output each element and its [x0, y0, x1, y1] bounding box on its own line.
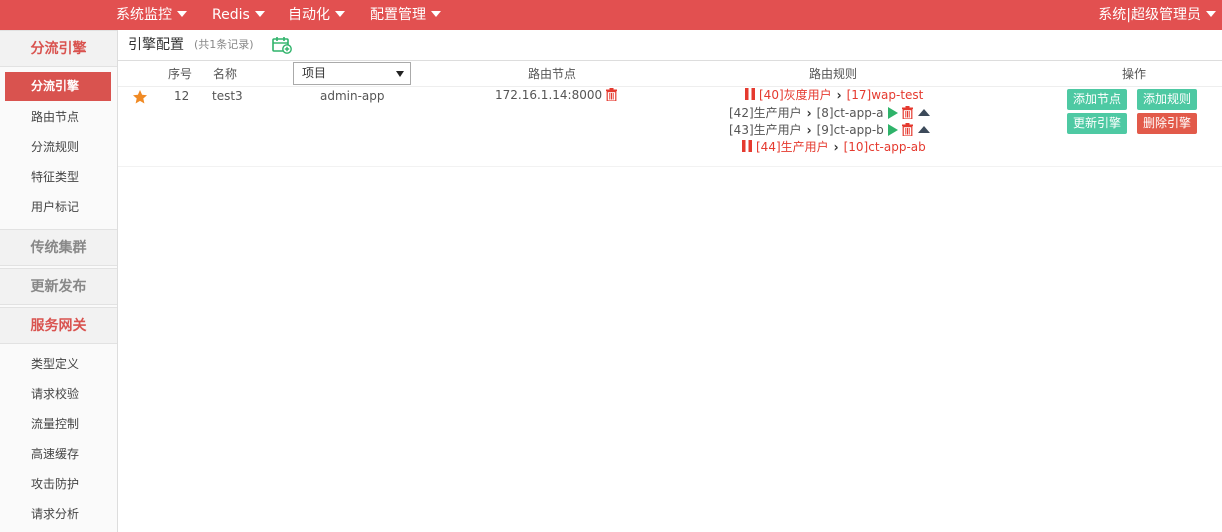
table-top-border	[118, 60, 1222, 61]
sidebar-item-traffic-engine[interactable]: 分流引擎	[5, 72, 111, 101]
sidebar-item-type-def[interactable]: 类型定义	[0, 349, 117, 379]
record-count: (共1条记录)	[194, 38, 254, 51]
trash-icon[interactable]	[901, 123, 913, 136]
nav-menu-automation[interactable]: 自动化	[288, 0, 345, 30]
update-engine-button[interactable]: 更新引擎	[1067, 113, 1128, 134]
star-icon[interactable]	[132, 89, 148, 105]
nav-menu-label: 系统监控	[116, 7, 172, 23]
route-rule-2: [42]生产用户 › [8]ct-app-a	[729, 105, 930, 121]
route-rule-3: [43]生产用户 › [9]ct-app-b	[729, 122, 930, 138]
sidebar-section-gateway[interactable]: 服务网关	[0, 307, 117, 344]
trash-icon[interactable]	[605, 88, 617, 101]
caret-down-icon	[431, 11, 441, 17]
chevron-right-icon: ›	[806, 105, 812, 121]
pause-icon[interactable]	[745, 88, 755, 100]
play-icon[interactable]	[887, 107, 898, 119]
table-row-divider	[118, 86, 1222, 87]
caret-down-icon	[1206, 11, 1216, 17]
user-label: 系统|超级管理员	[1098, 7, 1201, 23]
top-nav-bar: 系统监控 Redis 自动化 配置管理 系统|超级管理员	[0, 0, 1222, 30]
page-title: 引擎配置	[128, 37, 184, 53]
add-node-button[interactable]: 添加节点	[1067, 89, 1128, 110]
chevron-right-icon: ›	[806, 122, 812, 138]
caret-down-icon	[177, 11, 187, 17]
header-name: 名称	[213, 67, 238, 81]
pause-icon[interactable]	[742, 140, 752, 152]
row-project: admin-app	[320, 89, 385, 103]
move-up-icon[interactable]	[917, 109, 930, 116]
move-up-icon[interactable]	[917, 126, 930, 133]
nav-menu-redis[interactable]: Redis	[212, 0, 265, 30]
route-rule-4: [44]生产用户 › [10]ct-app-ab	[742, 139, 926, 155]
caret-down-icon	[254, 11, 265, 17]
row-route-node: 172.16.1.14:8000	[495, 88, 617, 102]
route-node-address: 172.16.1.14:8000	[495, 88, 603, 102]
sidebar: 分流引擎 分流引擎 路由节点 分流规则 特征类型 用户标记 传统集群 更新发布 …	[0, 30, 118, 532]
user-menu[interactable]: 系统|超级管理员	[1098, 0, 1216, 30]
sidebar-item-cache[interactable]: 高速缓存	[0, 439, 117, 469]
add-record-icon[interactable]	[272, 36, 292, 54]
table-row-divider	[118, 166, 1222, 167]
trash-icon[interactable]	[901, 106, 913, 119]
dropdown-arrow-icon	[396, 71, 404, 77]
sidebar-section-release[interactable]: 更新发布	[0, 268, 117, 305]
sidebar-section-legacy-cluster[interactable]: 传统集群	[0, 229, 117, 266]
sidebar-section-traffic-engine[interactable]: 分流引擎	[0, 30, 117, 67]
rule-target: [9]ct-app-b	[816, 123, 884, 137]
rule-target: [10]ct-app-ab	[843, 140, 926, 154]
row-name: test3	[212, 89, 243, 103]
sidebar-item-rate-limit[interactable]: 流量控制	[0, 409, 117, 439]
rule-target: [17]wap-test	[846, 88, 924, 102]
rule-user: [42]生产用户	[729, 106, 802, 120]
add-rule-button[interactable]: 添加规则	[1137, 89, 1198, 110]
sidebar-item-user-tag[interactable]: 用户标记	[0, 192, 117, 222]
play-icon[interactable]	[887, 124, 898, 136]
sidebar-item-feature-type[interactable]: 特征类型	[0, 162, 117, 192]
rule-user: [44]生产用户	[756, 140, 829, 154]
nav-menu-system-monitor[interactable]: 系统监控	[116, 0, 187, 30]
rule-user: [43]生产用户	[729, 123, 802, 137]
nav-menu-label: 配置管理	[370, 7, 426, 23]
row-seq: 12	[174, 89, 190, 103]
nav-menu-label: Redis	[212, 7, 250, 23]
chevron-right-icon: ›	[836, 87, 842, 103]
sidebar-item-request-analysis[interactable]: 请求分析	[0, 499, 117, 529]
header-seq: 序号	[168, 67, 193, 81]
rule-user: [40]灰度用户	[759, 88, 832, 102]
header-route-node: 路由节点	[528, 67, 577, 81]
delete-engine-button[interactable]: 删除引擎	[1137, 113, 1198, 134]
project-filter-select[interactable]: 项目	[293, 62, 411, 85]
caret-down-icon	[335, 11, 345, 17]
sidebar-item-route-node[interactable]: 路由节点	[0, 102, 117, 132]
sidebar-item-traffic-rule[interactable]: 分流规则	[0, 132, 117, 162]
sidebar-item-request-validation[interactable]: 请求校验	[0, 379, 117, 409]
header-operations: 操作	[1122, 67, 1147, 81]
project-select-value: 项目	[302, 66, 327, 80]
rule-target: [8]ct-app-a	[816, 106, 884, 120]
nav-menu-config[interactable]: 配置管理	[370, 0, 441, 30]
route-rule-1: [40]灰度用户 › [17]wap-test	[745, 87, 923, 103]
sidebar-item-attack-protection[interactable]: 攻击防护	[0, 469, 117, 499]
header-route-rules: 路由规则	[809, 67, 858, 81]
nav-menu-label: 自动化	[288, 7, 330, 23]
chevron-right-icon: ›	[833, 139, 839, 155]
